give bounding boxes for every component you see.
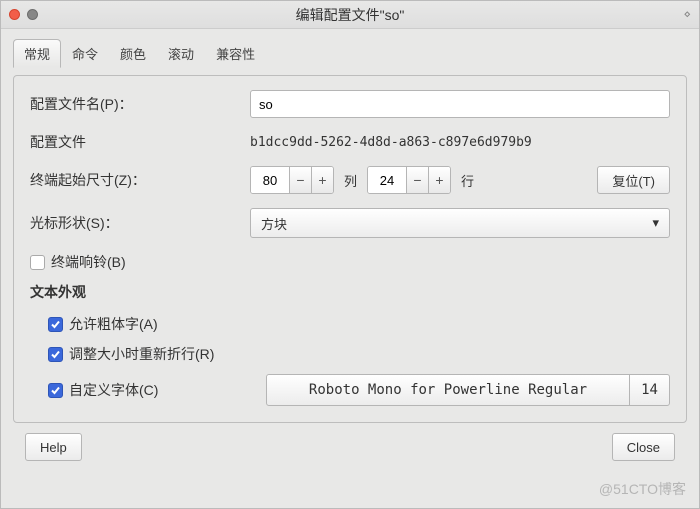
custom-font-checkbox[interactable] (48, 383, 63, 398)
tab-compatibility[interactable]: 兼容性 (205, 39, 266, 68)
profile-name-label: 配置文件名(P)： (30, 94, 240, 114)
anchor-icon: ⋄ (683, 7, 691, 21)
font-size: 14 (629, 375, 669, 405)
tabbar: 常规 命令 颜色 滚动 兼容性 (13, 39, 687, 68)
window-title: 编辑配置文件"so" (1, 5, 699, 25)
reset-button[interactable]: 复位(T) (597, 166, 670, 194)
font-name: Roboto Mono for Powerline Regular (267, 382, 629, 398)
cursor-shape-value: 方块 (261, 214, 287, 233)
watermark: @51CTO博客 (599, 479, 686, 499)
window-minimize-button[interactable] (27, 9, 38, 20)
columns-spinner[interactable]: − + (250, 166, 334, 194)
tab-command[interactable]: 命令 (61, 39, 109, 68)
profile-id-label: 配置文件 (30, 132, 240, 152)
tab-colors[interactable]: 颜色 (109, 39, 157, 68)
terminal-bell-checkbox[interactable] (30, 255, 45, 270)
text-appearance-heading: 文本外观 (30, 282, 670, 302)
content-area: 常规 命令 颜色 滚动 兼容性 配置文件名(P)： 配置文件 b1dcc9dd-… (1, 29, 699, 479)
rows-decrement[interactable]: − (406, 167, 428, 193)
font-chooser-button[interactable]: Roboto Mono for Powerline Regular 14 (266, 374, 670, 406)
initial-size-label: 终端起始尺寸(Z)： (30, 170, 240, 190)
window-close-button[interactable] (9, 9, 20, 20)
rows-input[interactable] (368, 167, 406, 193)
custom-font-label: 自定义字体(C) (69, 380, 158, 400)
tab-scrolling[interactable]: 滚动 (157, 39, 205, 68)
columns-decrement[interactable]: − (289, 167, 311, 193)
rows-unit: 行 (461, 171, 474, 190)
chevron-down-icon: ▾ (652, 215, 659, 231)
cursor-shape-label: 光标形状(S)： (30, 213, 240, 233)
profile-id-value: b1dcc9dd-5262-4d8d-a863-c897e6d979b9 (250, 135, 532, 150)
rows-spinner[interactable]: − + (367, 166, 451, 194)
window: 编辑配置文件"so" ⋄ 常规 命令 颜色 滚动 兼容性 配置文件名(P)： 配… (0, 0, 700, 509)
help-button[interactable]: Help (25, 433, 82, 461)
terminal-bell-label: 终端响铃(B) (51, 252, 126, 272)
columns-increment[interactable]: + (311, 167, 333, 193)
allow-bold-label: 允许粗体字(A) (69, 314, 158, 334)
columns-input[interactable] (251, 167, 289, 193)
close-button[interactable]: Close (612, 433, 675, 461)
profile-name-input[interactable] (250, 90, 670, 118)
tab-general[interactable]: 常规 (13, 39, 61, 68)
tab-pane-general: 配置文件名(P)： 配置文件 b1dcc9dd-5262-4d8d-a863-c… (13, 75, 687, 423)
rewrap-on-resize-checkbox[interactable] (48, 347, 63, 362)
rows-increment[interactable]: + (428, 167, 450, 193)
columns-unit: 列 (344, 171, 357, 190)
cursor-shape-combobox[interactable]: 方块 ▾ (250, 208, 670, 238)
titlebar: 编辑配置文件"so" ⋄ (1, 1, 699, 29)
rewrap-on-resize-label: 调整大小时重新折行(R) (69, 344, 214, 364)
allow-bold-checkbox[interactable] (48, 317, 63, 332)
dialog-footer: Help Close (13, 423, 687, 471)
